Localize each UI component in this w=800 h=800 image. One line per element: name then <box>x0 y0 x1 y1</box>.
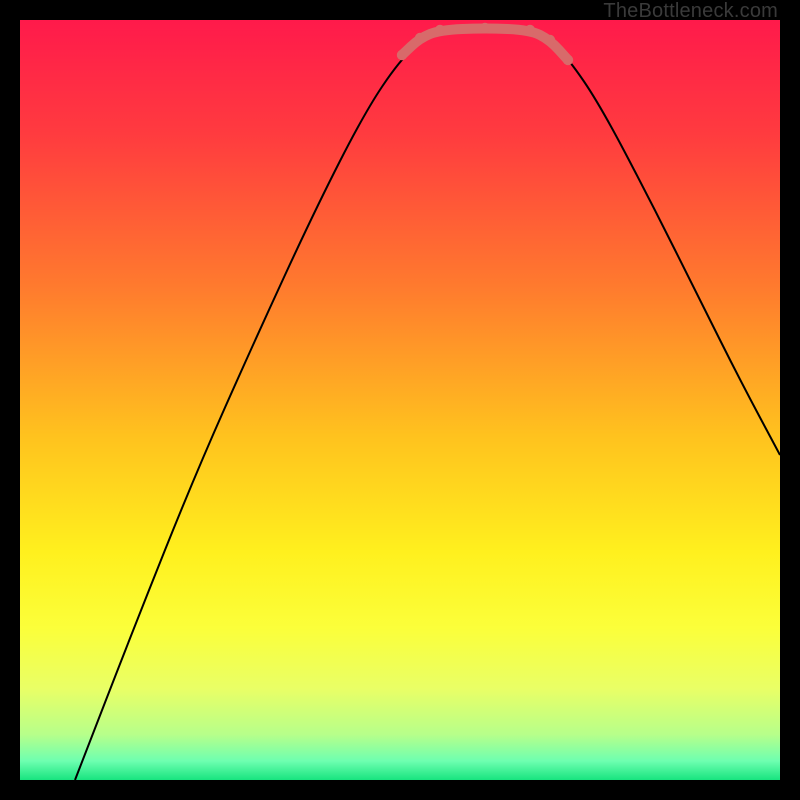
optimal-zone-dot <box>397 50 407 60</box>
curve-layer <box>20 20 780 780</box>
optimal-zone-marker <box>402 29 568 61</box>
plot-area <box>20 20 780 780</box>
watermark-label: TheBottleneck.com <box>603 0 778 23</box>
optimal-zone-dot <box>435 25 445 35</box>
bottleneck-curve <box>75 29 780 781</box>
optimal-zone-dot <box>563 55 573 65</box>
optimal-zone-dot <box>545 35 555 45</box>
optimal-zone-dot <box>525 25 535 35</box>
optimal-zone-dot <box>415 33 425 43</box>
optimal-zone-dot <box>480 23 490 33</box>
chart-frame: TheBottleneck.com <box>0 0 800 800</box>
